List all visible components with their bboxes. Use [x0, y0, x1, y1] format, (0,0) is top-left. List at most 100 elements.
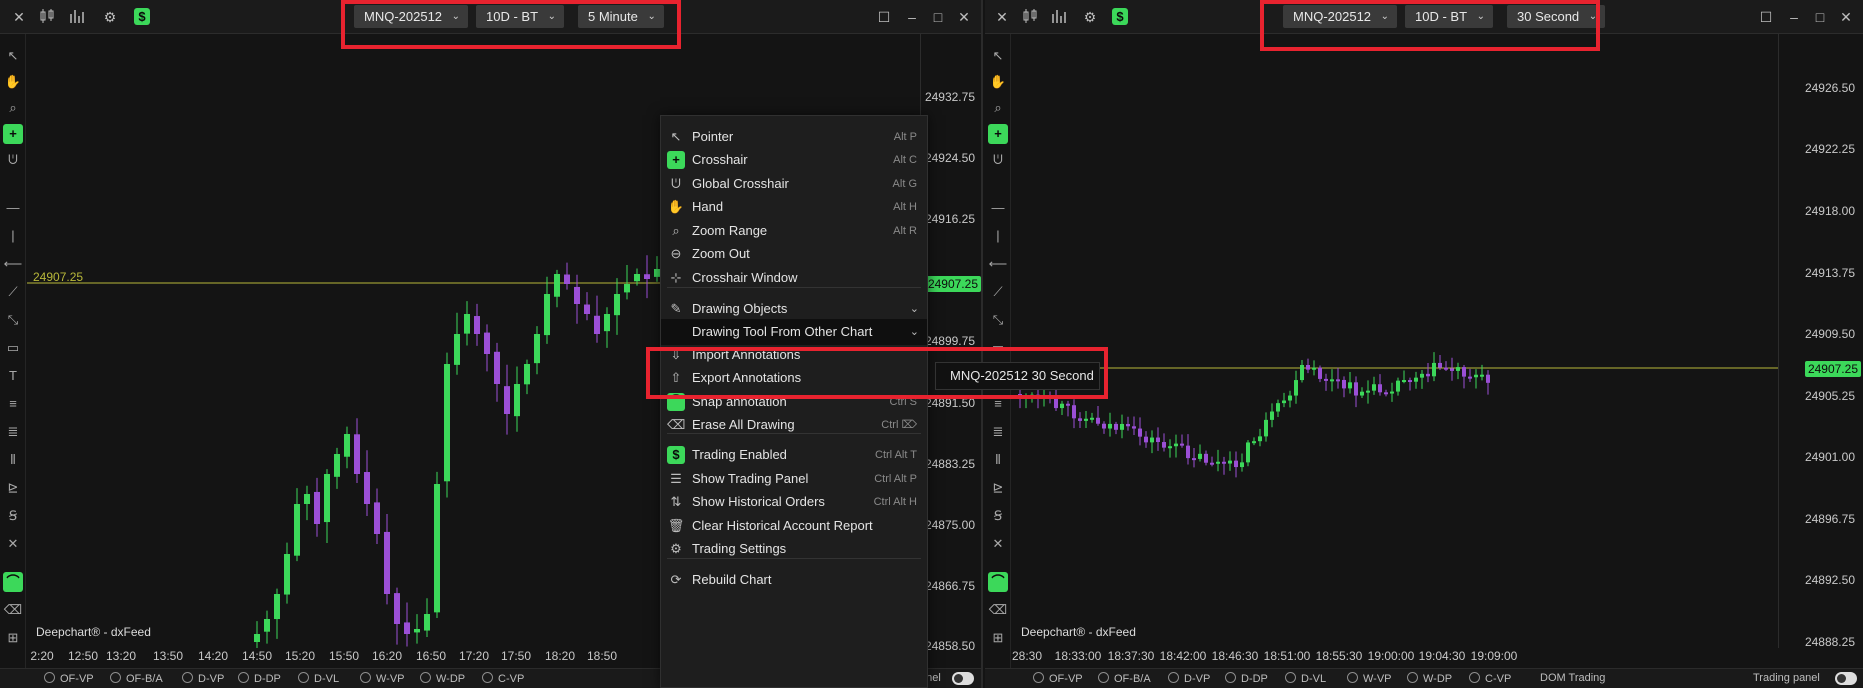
- maximize-icon[interactable]: □: [929, 8, 947, 26]
- overlay-radio-d-dp[interactable]: D-DP: [1225, 672, 1268, 685]
- price-axis[interactable]: 24926.50 24922.25 24918.00 24913.75 24909.50…: [1778, 34, 1863, 649]
- ray-tool-icon[interactable]: ⟵: [3, 254, 23, 274]
- overlay-radio-of-b-a[interactable]: OF-B/A: [110, 672, 163, 685]
- close-icon[interactable]: ✕: [993, 8, 1011, 26]
- menu-item-export-annotations[interactable]: ⇧ Export Annotations: [661, 365, 927, 391]
- interval-dropdown[interactable]: 5 Minute ⌄: [578, 5, 664, 28]
- horizontal-line-tool-icon[interactable]: —: [3, 198, 23, 218]
- fib-tool-icon[interactable]: ⤡: [3, 310, 23, 330]
- magnet-tool-icon[interactable]: ⌒: [988, 572, 1008, 592]
- indicators-icon[interactable]: [68, 8, 86, 26]
- overlay-radio-w-vp[interactable]: W-VP: [360, 672, 405, 685]
- delete-tool-icon[interactable]: ✕: [3, 534, 23, 554]
- gear-icon[interactable]: ⚙: [101, 8, 119, 26]
- menu-item-show-historical-orders[interactable]: ⇅ Show Historical Orders Ctrl Alt H: [661, 489, 927, 515]
- close-icon[interactable]: ✕: [10, 8, 28, 26]
- global-crosshair-tool-icon[interactable]: ᕫ: [988, 150, 1008, 170]
- overlay-radio-of-vp[interactable]: OF-VP: [44, 672, 94, 685]
- list-tool-icon[interactable]: ≡: [3, 394, 23, 414]
- menu-item-hand[interactable]: ✋ Hand Alt H: [661, 194, 927, 220]
- pointer-tool-icon[interactable]: ↖: [988, 46, 1008, 66]
- dom-trading-label[interactable]: DOM Trading: [1540, 672, 1605, 684]
- menu-item-trading-enabled[interactable]: $ Trading Enabled Ctrl Alt T: [661, 442, 927, 468]
- trading-dollar-icon[interactable]: $: [1112, 8, 1128, 25]
- list-tool-icon[interactable]: ≡: [988, 394, 1008, 414]
- gear-icon[interactable]: ⚙: [1081, 8, 1099, 26]
- pointer-tool-icon[interactable]: ↖: [3, 46, 23, 66]
- overlay-radio-c-vp[interactable]: C-VP: [1469, 672, 1511, 685]
- list-tool-2-icon[interactable]: ≣: [3, 422, 23, 442]
- detach-window-icon[interactable]: ☐: [875, 8, 893, 26]
- profile-tool-icon[interactable]: ⊵: [3, 478, 23, 498]
- s-tool-icon[interactable]: Ꞩ: [988, 506, 1008, 526]
- fib-tool-icon[interactable]: ⤡: [988, 310, 1008, 330]
- list-tool-2-icon[interactable]: ≣: [988, 422, 1008, 442]
- horizontal-line-tool-icon[interactable]: —: [988, 198, 1008, 218]
- global-crosshair-tool-icon[interactable]: ᕫ: [3, 150, 23, 170]
- overlay-radio-d-vl[interactable]: D-VL: [298, 672, 339, 685]
- trendline-tool-icon[interactable]: ⟋: [3, 282, 23, 302]
- vertical-line-tool-icon[interactable]: |: [988, 226, 1008, 246]
- symbol-dropdown[interactable]: MNQ-202512 ⌄: [354, 5, 469, 28]
- minimize-icon[interactable]: –: [1785, 8, 1803, 26]
- menu-item-rebuild-chart[interactable]: ⟳ Rebuild Chart: [661, 567, 927, 593]
- indicators-icon[interactable]: [1050, 8, 1068, 26]
- vertical-line-tool-icon[interactable]: |: [3, 226, 23, 246]
- ray-tool-icon[interactable]: ⟵: [988, 254, 1008, 274]
- text-tool-icon[interactable]: T: [3, 366, 23, 386]
- minimize-icon[interactable]: –: [903, 8, 921, 26]
- overlay-radio-w-dp[interactable]: W-DP: [420, 672, 465, 685]
- overlay-radio-w-dp[interactable]: W-DP: [1407, 672, 1452, 685]
- price-axis[interactable]: 24932.75 24924.50 24916.25 24899.75 24891.50…: [920, 34, 981, 653]
- menu-item-trading-settings[interactable]: ⚙ Trading Settings: [661, 536, 927, 562]
- s-tool-icon[interactable]: Ꞩ: [3, 506, 23, 526]
- submenu-item-mnq-30-second[interactable]: MNQ-202512 30 Second: [935, 362, 1100, 390]
- profile-tool-icon[interactable]: ⊵: [988, 478, 1008, 498]
- overlay-radio-of-b-a[interactable]: OF-B/A: [1098, 672, 1151, 685]
- menu-item-erase-all-drawing[interactable]: ⌫ Erase All Drawing Ctrl ⌦: [661, 412, 927, 438]
- menu-item-crosshair[interactable]: + Crosshair Alt C: [661, 147, 927, 173]
- eraser-tool-icon[interactable]: ⌫: [988, 600, 1008, 620]
- symbol-dropdown[interactable]: MNQ-202512 ⌄: [1283, 5, 1398, 28]
- trendline-tool-icon[interactable]: ⟋: [988, 282, 1008, 302]
- zoom-tool-icon[interactable]: ⌕: [3, 98, 23, 118]
- crosshair-window-tool-icon[interactable]: ⊞: [988, 628, 1008, 648]
- interval-dropdown[interactable]: 30 Second ⌄: [1507, 5, 1606, 28]
- overlay-radio-d-vp[interactable]: D-VP: [1168, 672, 1210, 685]
- crosshair-tool-icon[interactable]: +: [3, 124, 23, 144]
- volume-profile-tool-icon[interactable]: ⫴: [988, 450, 1008, 470]
- trading-panel-toggle[interactable]: [1835, 672, 1857, 685]
- hand-tool-icon[interactable]: ✋: [988, 72, 1008, 92]
- rectangle-tool-icon[interactable]: ▭: [3, 338, 23, 358]
- trading-dollar-icon[interactable]: $: [134, 8, 150, 25]
- menu-item-zoom-out[interactable]: ⊖ Zoom Out: [661, 241, 927, 267]
- magnet-tool-icon[interactable]: ⌒: [3, 572, 23, 592]
- overlay-radio-d-vl[interactable]: D-VL: [1285, 672, 1326, 685]
- rectangle-tool-icon[interactable]: ▭: [988, 338, 1008, 358]
- crosshair-window-tool-icon[interactable]: ⊞: [3, 628, 23, 648]
- candlestick-icon[interactable]: [1021, 8, 1039, 26]
- range-dropdown[interactable]: 10D - BT ⌄: [476, 5, 565, 28]
- menu-item-crosshair-window[interactable]: ⊹ Crosshair Window: [661, 265, 927, 291]
- hand-tool-icon[interactable]: ✋: [3, 72, 23, 92]
- delete-tool-icon[interactable]: ✕: [988, 534, 1008, 554]
- candlestick-icon[interactable]: [38, 8, 56, 26]
- right-candlestick-chart[interactable]: [1012, 34, 1778, 648]
- volume-profile-tool-icon[interactable]: ⫴: [3, 450, 23, 470]
- eraser-tool-icon[interactable]: ⌫: [3, 600, 23, 620]
- trading-panel-toggle[interactable]: [952, 672, 974, 685]
- overlay-radio-c-vp[interactable]: C-VP: [482, 672, 524, 685]
- candle-body: [1312, 367, 1316, 370]
- crosshair-tool-icon[interactable]: +: [988, 124, 1008, 144]
- overlay-radio-d-vp[interactable]: D-VP: [182, 672, 224, 685]
- overlay-radio-of-vp[interactable]: OF-VP: [1033, 672, 1083, 685]
- time-axis[interactable]: 28:30 18:33:00 18:37:30 18:42:00 18:46:30 18:…: [1011, 646, 1778, 666]
- overlay-radio-d-dp[interactable]: D-DP: [238, 672, 281, 685]
- range-dropdown[interactable]: 10D - BT ⌄: [1405, 5, 1494, 28]
- maximize-icon[interactable]: □: [1811, 8, 1829, 26]
- close-window-icon[interactable]: ✕: [1837, 8, 1855, 26]
- close-window-icon[interactable]: ✕: [955, 8, 973, 26]
- overlay-radio-w-vp[interactable]: W-VP: [1347, 672, 1392, 685]
- detach-window-icon[interactable]: ☐: [1757, 8, 1775, 26]
- zoom-tool-icon[interactable]: ⌕: [988, 98, 1008, 118]
